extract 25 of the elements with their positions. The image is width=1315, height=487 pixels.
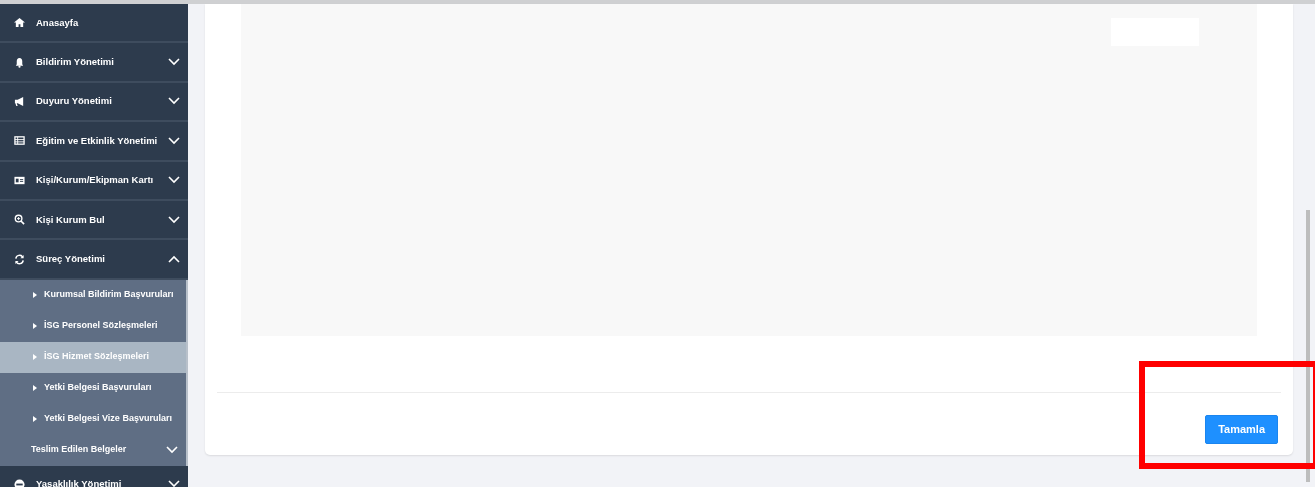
caret-icon — [33, 323, 37, 330]
sidebar-item[interactable]: Eğitim ve Etkinlik Yönetimi — [0, 122, 188, 162]
sidebar-item[interactable]: Kişi Kurum Bul — [0, 200, 188, 241]
caret-icon — [33, 292, 37, 299]
caret-icon — [33, 416, 37, 423]
sidebar-item[interactable]: Anasayfa — [0, 4, 188, 44]
id-card-icon — [14, 174, 25, 186]
submenu-item[interactable]: Teslim Edilen Belgeler — [0, 434, 186, 466]
sidebar-item[interactable]: Kişi/Kurum/Ekipman Kartı — [0, 161, 188, 201]
scrollbar-thumb[interactable] — [1306, 210, 1310, 482]
submenu-item[interactable]: Yetki Belgesi Başvuruları — [0, 372, 186, 404]
submenu-item[interactable]: Yetki Belgesi Vize Başvuruları — [0, 403, 186, 435]
refresh-icon — [14, 253, 25, 265]
list-icon — [14, 135, 25, 147]
home-icon — [14, 17, 25, 29]
sidebar-item[interactable]: Duyuru Yönetimi — [0, 82, 188, 123]
sidebar-item[interactable]: Yasaklılık Yönetimi — [0, 465, 188, 487]
submenu-item[interactable]: Kurumsal Bildirim Başvuruları — [0, 279, 186, 311]
caret-icon — [33, 385, 37, 392]
sidebar-item[interactable]: Bildirim Yönetimi — [0, 43, 188, 83]
submenu-item[interactable]: İSG Personel Sözleşmeleri — [0, 310, 186, 342]
megaphone-icon — [14, 95, 25, 107]
caret-icon — [33, 354, 37, 361]
bell-icon — [14, 56, 25, 68]
zoom-icon — [14, 214, 25, 226]
